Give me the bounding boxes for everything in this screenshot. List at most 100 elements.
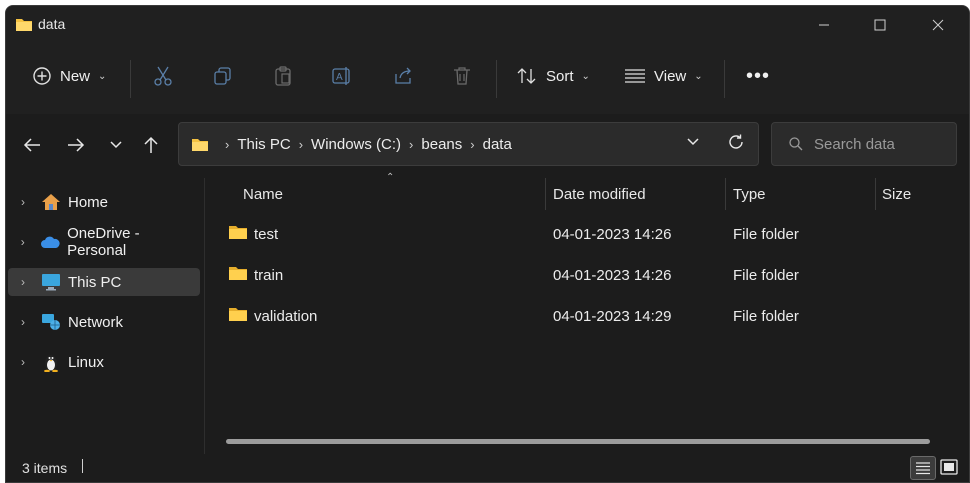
delete-icon[interactable]: [449, 63, 475, 89]
status-bar: 3 items: [6, 456, 969, 482]
file-type: File folder: [733, 267, 799, 284]
file-row[interactable]: train 04-01-2023 14:26 File folder: [228, 261, 948, 291]
chevron-down-icon: ⌄: [581, 70, 590, 82]
breadcrumb-chevron-icon: ›: [470, 136, 475, 152]
sort-icon: [517, 68, 536, 84]
minimize-button[interactable]: [801, 10, 847, 40]
sidebar-item-label: Linux: [68, 353, 104, 371]
sidebar-item-onedrive[interactable]: › OneDrive - Personal: [8, 225, 200, 259]
penguin-icon: [40, 352, 62, 372]
sidebar-item-this-pc[interactable]: › This PC: [8, 268, 200, 296]
search-icon: [788, 136, 804, 152]
sort-button[interactable]: Sort ⌄: [516, 58, 590, 94]
view-label: View: [654, 67, 687, 85]
refresh-button[interactable]: [727, 133, 745, 151]
sidebar-item-network[interactable]: › Network: [8, 308, 200, 336]
forward-button[interactable]: [62, 131, 90, 159]
item-count: 3 items: [22, 460, 68, 476]
breadcrumb-chevron-icon: ›: [409, 136, 414, 152]
sidebar-item-label: This PC: [68, 273, 122, 291]
search-box[interactable]: [771, 122, 957, 166]
folder-icon: [15, 17, 33, 37]
column-divider[interactable]: [875, 178, 876, 210]
breadcrumb-chevron-icon: ›: [225, 136, 230, 152]
status-divider: [82, 459, 83, 473]
navigation-pane: › Home › OneDrive - Personal › This PC ›: [6, 176, 206, 456]
more-dots-icon: •••: [746, 64, 771, 87]
up-button[interactable]: [137, 131, 165, 159]
sidebar-item-label: OneDrive - Personal: [67, 225, 140, 259]
chevron-right-icon[interactable]: ›: [12, 315, 34, 329]
breadcrumb-item[interactable]: This PC: [237, 136, 290, 153]
sidebar-item-label: Home: [68, 193, 109, 211]
details-view-icon: [916, 462, 930, 475]
folder-icon: [228, 224, 248, 244]
file-type: File folder: [733, 308, 799, 325]
network-icon: [40, 312, 62, 332]
search-input[interactable]: [812, 134, 946, 154]
maximize-button[interactable]: [857, 10, 903, 40]
sort-label: Sort: [546, 67, 574, 85]
column-headers: ⌃ Name Date modified Type Size: [206, 172, 966, 212]
rename-icon[interactable]: A: [329, 63, 355, 89]
refresh-icon: [729, 134, 743, 149]
chevron-right-icon[interactable]: ›: [12, 355, 34, 369]
breadcrumb-chevron-icon: ›: [298, 136, 304, 152]
pane-divider[interactable]: [204, 178, 205, 454]
recent-locations-button[interactable]: [102, 131, 130, 159]
file-date: 04-01-2023 14:29: [553, 308, 672, 325]
file-explorer-window: data New ⌄ A Sort ⌄ View ⌄ ••• › This PC…: [5, 5, 970, 483]
toolbar-divider: [724, 60, 725, 98]
arrow-up-icon: [144, 136, 158, 153]
file-name: validation: [254, 308, 318, 325]
folder-icon: [191, 137, 209, 152]
chevron-right-icon[interactable]: ›: [12, 235, 34, 249]
command-bar: New ⌄ A Sort ⌄ View ⌄ •••: [6, 44, 969, 115]
breadcrumb-item[interactable]: data: [483, 136, 512, 153]
share-icon[interactable]: [390, 63, 416, 89]
file-name: train: [254, 267, 284, 284]
close-button[interactable]: [915, 10, 961, 40]
large-icons-view-button[interactable]: [937, 456, 961, 478]
cut-icon[interactable]: [150, 63, 176, 89]
file-row[interactable]: test 04-01-2023 14:26 File folder: [228, 220, 948, 250]
column-header-size[interactable]: Size: [882, 186, 911, 203]
sidebar-item-linux[interactable]: › Linux: [8, 348, 200, 376]
arrow-left-icon: [23, 138, 40, 152]
chevron-down-icon: ⌄: [694, 70, 703, 82]
breadcrumb-item[interactable]: beans: [421, 136, 462, 153]
chevron-down-icon: [687, 138, 699, 146]
address-bar[interactable]: › This PC › Windows (C:) › beans › data: [178, 122, 759, 166]
view-button[interactable]: View ⌄: [624, 58, 703, 94]
horizontal-scrollbar[interactable]: [226, 439, 930, 444]
column-divider[interactable]: [545, 178, 546, 210]
back-button[interactable]: [18, 131, 46, 159]
cloud-icon: [40, 232, 62, 252]
column-header-date[interactable]: Date modified: [553, 186, 646, 203]
toolbar-divider: [496, 60, 497, 98]
details-view-button[interactable]: [910, 456, 936, 480]
more-options-button[interactable]: •••: [746, 58, 770, 94]
column-header-type[interactable]: Type: [733, 186, 766, 203]
sidebar-item-home[interactable]: › Home: [8, 188, 200, 216]
paste-icon[interactable]: [270, 63, 296, 89]
address-dropdown-button[interactable]: [686, 135, 700, 149]
chevron-right-icon[interactable]: ›: [12, 195, 34, 209]
column-header-name[interactable]: Name: [243, 186, 283, 203]
new-button[interactable]: New ⌄: [32, 58, 106, 94]
home-icon: [40, 192, 62, 212]
file-row[interactable]: validation 04-01-2023 14:29 File folder: [228, 302, 948, 332]
breadcrumb-item[interactable]: Windows (C:): [311, 136, 401, 153]
copy-icon[interactable]: [210, 63, 236, 89]
chevron-right-icon[interactable]: ›: [12, 275, 34, 289]
sort-ascending-icon: ⌃: [386, 172, 395, 183]
toolbar-divider: [130, 60, 131, 98]
window-title: data: [38, 16, 66, 32]
sidebar-item-label: Network: [68, 313, 124, 331]
view-list-icon: [625, 69, 645, 83]
svg-text:A: A: [336, 72, 343, 83]
file-date: 04-01-2023 14:26: [553, 226, 672, 243]
chevron-down-icon: [110, 141, 122, 149]
column-divider[interactable]: [725, 178, 726, 210]
new-label: New: [60, 67, 91, 85]
